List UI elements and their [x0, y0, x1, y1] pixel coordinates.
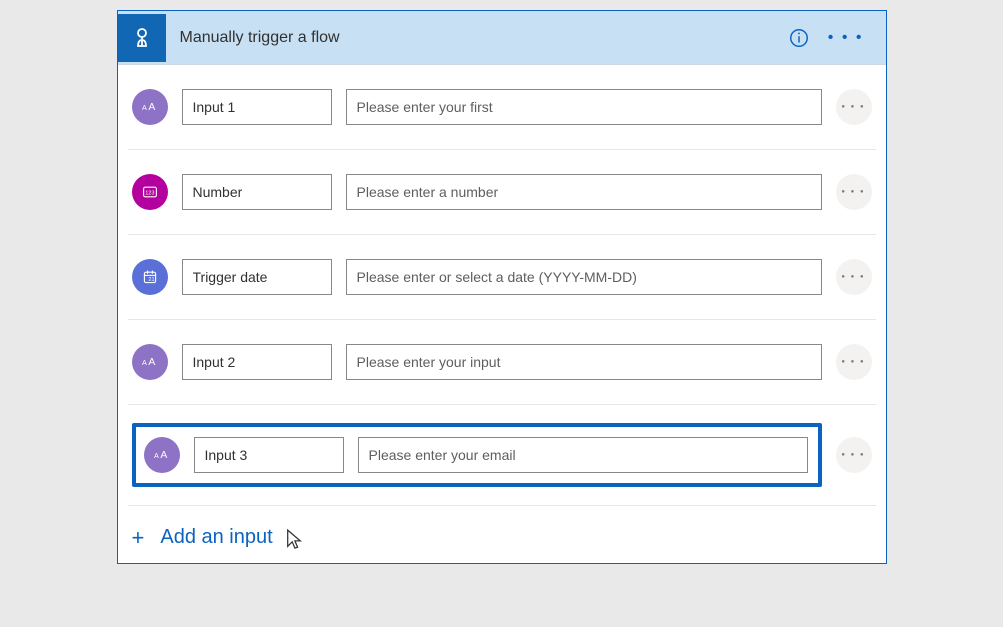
input-name-field[interactable]	[182, 344, 332, 380]
card-title: Manually trigger a flow	[180, 29, 780, 47]
row-more-button[interactable]: ● ● ●	[836, 437, 872, 473]
row-more-button[interactable]: ● ● ●	[836, 344, 872, 380]
svg-text:A: A	[148, 102, 155, 113]
row-more-button[interactable]: ● ● ●	[836, 259, 872, 295]
manual-trigger-icon	[118, 14, 166, 62]
text-type-icon: AA	[132, 344, 168, 380]
flow-trigger-card: Manually trigger a flow • • • AA ● ● ●	[117, 10, 887, 564]
text-type-icon: AA	[132, 89, 168, 125]
cursor-icon	[285, 528, 305, 548]
svg-text:A: A	[148, 357, 155, 368]
input-name-field[interactable]	[182, 259, 332, 295]
selection-highlight: AA	[132, 423, 822, 487]
svg-text:A: A	[154, 451, 159, 460]
input-name-field[interactable]	[182, 89, 332, 125]
svg-text:123: 123	[145, 190, 154, 196]
input-row: AA ● ● ●	[128, 320, 876, 405]
plus-icon: +	[132, 527, 145, 549]
input-value-field[interactable]	[346, 89, 822, 125]
input-value-field[interactable]	[346, 174, 822, 210]
add-input-label: Add an input	[160, 526, 272, 549]
svg-text:A: A	[160, 450, 167, 461]
svg-text:21: 21	[148, 277, 154, 283]
input-name-field[interactable]	[194, 437, 344, 473]
svg-text:A: A	[142, 358, 147, 367]
number-type-icon: 123	[132, 174, 168, 210]
svg-text:A: A	[142, 103, 147, 112]
input-row: 21 ● ● ●	[128, 235, 876, 320]
input-value-field[interactable]	[346, 344, 822, 380]
text-type-icon: AA	[144, 437, 180, 473]
add-input-button[interactable]: + Add an input	[118, 506, 886, 563]
date-type-icon: 21	[132, 259, 168, 295]
card-more-button[interactable]: • • •	[818, 25, 874, 51]
input-row: AA ● ● ●	[128, 65, 876, 150]
info-icon[interactable]	[780, 23, 818, 53]
card-header: Manually trigger a flow • • •	[118, 11, 886, 65]
input-row: 123 ● ● ●	[128, 150, 876, 235]
row-more-button[interactable]: ● ● ●	[836, 89, 872, 125]
input-name-field[interactable]	[182, 174, 332, 210]
row-more-button[interactable]: ● ● ●	[836, 174, 872, 210]
input-value-field[interactable]	[346, 259, 822, 295]
input-value-field[interactable]	[358, 437, 808, 473]
input-row-highlighted: AA ● ● ●	[128, 405, 876, 506]
inputs-body: AA ● ● ● 123 ● ● ● 21 ● ● ●	[118, 65, 886, 563]
